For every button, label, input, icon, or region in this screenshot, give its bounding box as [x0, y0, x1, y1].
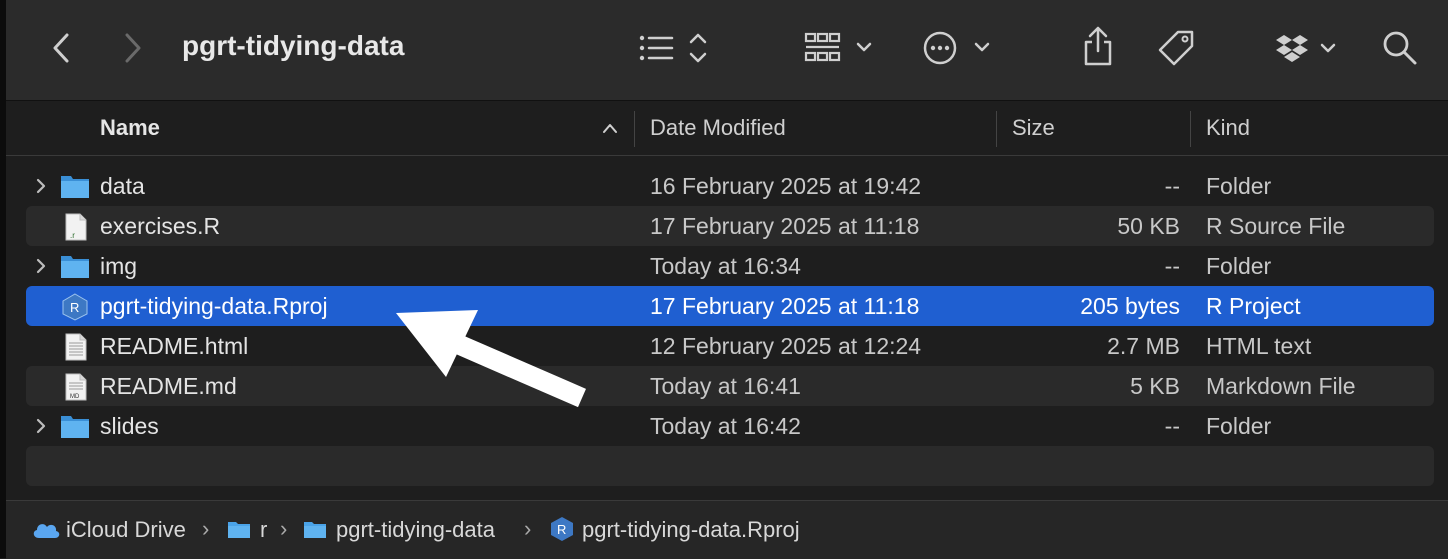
file-date-modified: Today at 16:41	[650, 373, 801, 399]
svg-text:.r: .r	[70, 231, 75, 240]
svg-text:R: R	[70, 300, 79, 315]
file-row[interactable]: img Today at 16:34 -- Folder	[26, 246, 1434, 286]
path-bar: iCloud Drive › r › pgrt-tidying-data › R…	[6, 500, 1448, 559]
file-size: 50 KB	[1117, 213, 1180, 239]
folder-icon	[60, 413, 90, 439]
file-kind: Markdown File	[1206, 373, 1356, 399]
file-name: data	[100, 173, 145, 199]
file-name: exercises.R	[100, 213, 221, 239]
rproj-icon: R	[548, 515, 576, 543]
column-kind[interactable]: Kind	[1206, 115, 1250, 141]
file-row[interactable]: MD README.md Today at 16:41 5 KB Markdown Fi…	[26, 366, 1434, 406]
disclosure-chevron-icon[interactable]	[34, 256, 48, 276]
file-date-modified: Today at 16:34	[650, 253, 801, 279]
markdown-file-icon: MD	[60, 373, 90, 401]
folder-icon	[302, 517, 328, 541]
crumb-separator: ›	[202, 516, 210, 541]
list-view-icon[interactable]	[634, 30, 714, 66]
column-divider[interactable]	[996, 111, 997, 147]
column-divider[interactable]	[634, 111, 635, 147]
file-kind: R Source File	[1206, 213, 1346, 239]
file-kind: Folder	[1206, 413, 1272, 439]
file-row[interactable]: Rpgrt-tidying-data.Rproj 17 February 2025…	[26, 286, 1434, 326]
finder-window: pgrt-tidying-data Name Date Modified Siz…	[0, 0, 1448, 559]
file-name: README.md	[100, 373, 237, 399]
file-date-modified: Today at 16:42	[650, 413, 801, 439]
file-kind: Folder	[1206, 173, 1272, 199]
disclosure-chevron-icon[interactable]	[34, 176, 48, 196]
column-name[interactable]: Name	[100, 115, 160, 141]
column-header: Name Date Modified Size Kind	[6, 101, 1448, 156]
tag-icon[interactable]	[1154, 26, 1198, 70]
r-file-icon: .r	[60, 213, 90, 241]
file-kind: R Project	[1206, 293, 1301, 319]
svg-text:MD: MD	[70, 394, 80, 400]
file-name: img	[100, 253, 138, 279]
crumb-rproj-file[interactable]: pgrt-tidying-data.Rproj	[582, 517, 800, 543]
file-row[interactable]: README.html 12 February 2025 at 12:24 2.7 …	[26, 326, 1434, 366]
more-actions-icon[interactable]	[918, 28, 998, 68]
toolbar: pgrt-tidying-data	[6, 0, 1448, 101]
window-title: pgrt-tidying-data	[182, 30, 405, 61]
crumb-r[interactable]: r	[260, 517, 267, 543]
file-date-modified: 17 February 2025 at 11:18	[650, 293, 920, 319]
file-date-modified: 12 February 2025 at 12:24	[650, 333, 922, 359]
file-size: 205 bytes	[1080, 293, 1180, 319]
folder-icon	[60, 253, 90, 279]
back-icon[interactable]	[46, 30, 76, 66]
sort-ascending-icon[interactable]	[600, 119, 620, 137]
share-icon[interactable]	[1080, 24, 1116, 68]
folder-icon	[226, 517, 252, 541]
icloud-icon	[30, 519, 62, 541]
crumb-separator: ›	[280, 516, 288, 541]
file-size: --	[1164, 413, 1180, 439]
disclosure-chevron-icon[interactable]	[34, 416, 48, 436]
file-list: data 16 February 2025 at 19:42 -- Folder .r e…	[26, 166, 1434, 446]
file-name: README.html	[100, 333, 249, 359]
column-divider[interactable]	[1190, 111, 1191, 147]
file-size: --	[1164, 253, 1180, 279]
file-row[interactable]: data 16 February 2025 at 19:42 -- Folder	[26, 166, 1434, 206]
file-date-modified: 17 February 2025 at 11:18	[650, 213, 920, 239]
document-icon	[60, 333, 90, 361]
file-kind: Folder	[1206, 253, 1272, 279]
file-size: 2.7 MB	[1107, 333, 1180, 359]
file-size: --	[1164, 173, 1180, 199]
file-name: pgrt-tidying-data.Rproj	[100, 293, 328, 319]
file-kind: HTML text	[1206, 333, 1312, 359]
empty-row	[26, 446, 1434, 486]
search-icon[interactable]	[1380, 28, 1420, 68]
forward-icon[interactable]	[118, 30, 148, 66]
file-row[interactable]: slides Today at 16:42 -- Folder	[26, 406, 1434, 446]
file-row[interactable]: .r exercises.R 17 February 2025 at 11:18 50…	[26, 206, 1434, 246]
crumb-project-folder[interactable]: pgrt-tidying-data	[336, 517, 495, 543]
svg-text:R: R	[557, 522, 566, 537]
group-icon[interactable]	[800, 30, 880, 66]
crumb-icloud-drive[interactable]: iCloud Drive	[66, 517, 186, 543]
column-date-modified[interactable]: Date Modified	[650, 115, 786, 141]
column-size[interactable]: Size	[1012, 115, 1055, 141]
rproj-icon: R	[60, 293, 90, 321]
crumb-separator: ›	[524, 516, 532, 541]
file-date-modified: 16 February 2025 at 19:42	[650, 173, 922, 199]
folder-icon	[60, 173, 90, 199]
file-size: 5 KB	[1130, 373, 1180, 399]
file-name: slides	[100, 413, 159, 439]
dropbox-icon[interactable]	[1272, 30, 1342, 66]
